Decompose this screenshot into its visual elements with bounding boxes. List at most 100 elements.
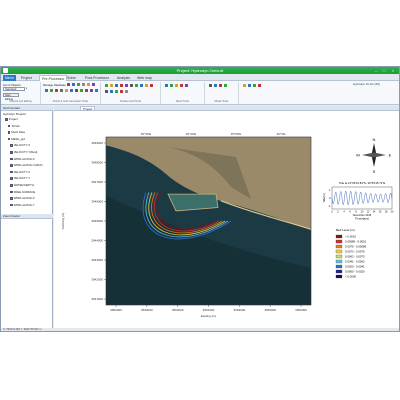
checkbox-icon[interactable] — [10, 184, 13, 187]
merge-icon[interactable] — [90, 89, 93, 92]
checkbox-icon[interactable] — [5, 118, 8, 121]
tree-item[interactable]: WIND-ALONG-Y(MAX) — [10, 163, 43, 167]
ribbon-caption: Points & Grid Generation Tools — [52, 100, 89, 103]
run-icon[interactable] — [253, 84, 256, 87]
tree-item[interactable]: VELOCITY-X — [10, 170, 30, 174]
checkbox-icon[interactable] — [10, 177, 13, 180]
ribbon-caption: Mesh Tools — [175, 100, 190, 103]
snap-icon[interactable] — [75, 89, 78, 92]
minimize-icon[interactable]: – — [373, 68, 379, 73]
move-icon[interactable] — [65, 89, 68, 92]
tree-item-label: WIND-ALONG-X — [13, 156, 35, 161]
line-icon[interactable] — [50, 89, 53, 92]
list-objects-select[interactable]: Standard — [3, 87, 25, 91]
import-icon[interactable] — [105, 90, 108, 93]
tree-item-label: Terrain — [11, 123, 20, 128]
tree-item-label: VELOCITY-X — [13, 169, 31, 174]
layer-icon[interactable] — [92, 83, 95, 86]
surface-icon[interactable] — [165, 84, 168, 87]
node-icon[interactable] — [80, 89, 83, 92]
chevron-down-icon[interactable]: ▾ — [26, 87, 27, 90]
checkbox-icon[interactable] — [10, 157, 13, 161]
checkbox-icon[interactable] — [10, 164, 13, 167]
checkbox-icon[interactable] — [10, 203, 13, 207]
mesh-quality-icon[interactable] — [214, 84, 217, 87]
mesh-refine-icon[interactable] — [224, 84, 227, 87]
zoom-out-icon[interactable] — [120, 90, 123, 93]
tree-item[interactable]: FREE-SURFACE — [10, 190, 35, 194]
refine-icon[interactable] — [115, 84, 118, 87]
smooth-icon[interactable] — [120, 84, 123, 87]
status-bar: X: 762374.354 Y: 3941775.547 m — [1, 328, 399, 331]
tree-item[interactable]: VELOCITY-X — [10, 143, 30, 147]
volume-icon[interactable] — [175, 84, 178, 87]
region-icon[interactable] — [140, 84, 143, 87]
contour-icon[interactable] — [130, 84, 133, 87]
tree-item[interactable]: MESH_grd — [7, 137, 25, 141]
x-tick-label: 3561000 — [203, 308, 215, 312]
boundary-icon[interactable] — [135, 84, 138, 87]
ribbon-group-mesh: Model Tools — [205, 82, 239, 104]
close-icon[interactable]: × — [390, 68, 396, 73]
legend-label: 0.0062 - 0.0073 — [345, 255, 365, 259]
point-icon[interactable] — [45, 89, 48, 92]
tree-item[interactable]: WIND-ALONG-Y — [10, 202, 35, 207]
checkbox-icon[interactable] — [7, 131, 11, 134]
grid-content-header: Grid Content — [1, 106, 53, 111]
maximize-icon[interactable]: □ — [381, 68, 387, 73]
select-icon[interactable] — [60, 89, 63, 92]
pan-icon[interactable] — [125, 90, 128, 93]
tree-item[interactable]: VELOCITY-Y — [10, 176, 30, 180]
split-icon[interactable] — [85, 89, 88, 92]
save-icon[interactable] — [72, 83, 75, 86]
tide-x-tick-label: 20 — [391, 211, 394, 214]
triangulate-icon[interactable] — [110, 84, 113, 87]
interpolate-icon[interactable] — [125, 84, 128, 87]
ribbon-toolbar: List of Objects Standard ▾ Start Editing… — [1, 81, 399, 105]
zoom-in-icon[interactable] — [115, 90, 118, 93]
polygon-icon[interactable] — [55, 89, 58, 92]
mesh-check-icon[interactable] — [219, 84, 222, 87]
checkbox-icon[interactable] — [10, 170, 13, 174]
grid-generate-icon[interactable] — [105, 84, 108, 87]
section-icon[interactable] — [150, 84, 153, 87]
mesh-icon[interactable] — [209, 84, 212, 87]
tree-item-label: WIND-ALONG-Y — [13, 202, 35, 207]
checkbox-icon[interactable] — [10, 144, 13, 147]
y-tick-label: 3949000 — [91, 141, 103, 145]
tree-item[interactable]: Mesh Data — [7, 130, 25, 134]
delete-icon[interactable] — [67, 83, 70, 86]
map-canvas[interactable]: 3560000 3562000 3563000 3561000 3563000 35650… — [54, 111, 399, 327]
grid-icon[interactable] — [95, 89, 98, 92]
checkbox-icon[interactable] — [7, 137, 11, 141]
boundary-conditions-icon[interactable] — [248, 84, 251, 87]
tree-item[interactable]: WATER-DEPTH — [10, 183, 34, 187]
y-tick-label: 3941000 — [91, 297, 103, 301]
ribbon-group-model: Model Tools — [239, 82, 279, 104]
checkbox-icon[interactable] — [10, 190, 13, 194]
model-setup-icon[interactable] — [243, 84, 246, 87]
start-editing-button[interactable]: Start Editing — [3, 93, 19, 101]
slope-icon[interactable] — [170, 84, 173, 87]
edit-icon[interactable] — [87, 83, 90, 86]
tree-item[interactable]: WIND-ALONG-X — [10, 156, 35, 161]
add-icon[interactable] — [77, 83, 80, 86]
checkbox-icon[interactable] — [10, 197, 13, 200]
tree-item[interactable]: Project — [5, 117, 18, 121]
export-icon[interactable] — [110, 90, 113, 93]
tree-item[interactable]: VELOCITY-Y(Mod) — [10, 150, 37, 154]
ribbon-caption: Surface Grid Tools — [119, 100, 142, 103]
tide-x-tick-label: 18 — [385, 211, 388, 214]
legend-label: 0.0075 - 0.00086 — [345, 245, 367, 249]
stop-icon[interactable] — [258, 84, 261, 87]
tree-item[interactable]: WIND-ALONG-X — [10, 196, 35, 200]
diff-icon[interactable] — [180, 84, 183, 87]
tree-item[interactable]: Terrain — [7, 123, 20, 128]
rotate-icon[interactable] — [70, 89, 73, 92]
checkbox-icon[interactable] — [7, 124, 11, 128]
cut-icon[interactable] — [82, 83, 85, 86]
profile-icon[interactable] — [145, 84, 148, 87]
filter-icon[interactable] — [185, 84, 188, 87]
checkbox-icon[interactable] — [10, 151, 13, 154]
ribbon-group-manage: Manage Database Points & Grid Generation… — [41, 82, 101, 104]
